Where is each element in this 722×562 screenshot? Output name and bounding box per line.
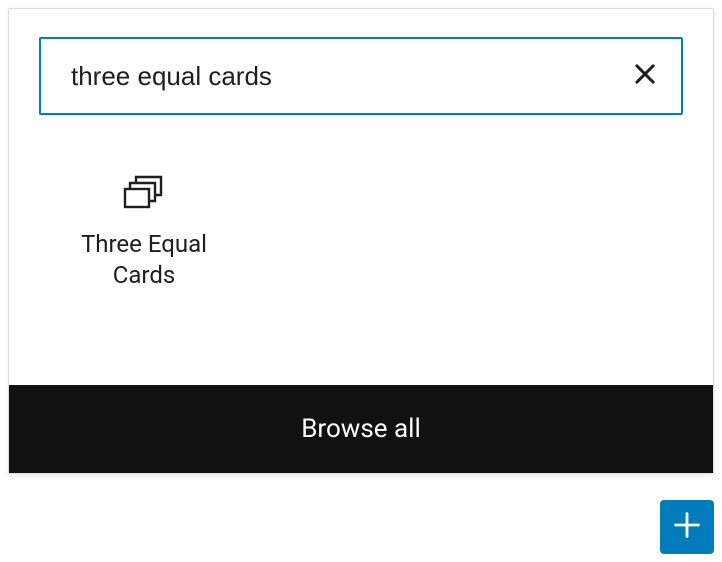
block-item-label: Three Equal Cards bbox=[49, 229, 239, 291]
block-inserter-panel: Three Equal Cards Browse all bbox=[8, 8, 714, 474]
close-icon bbox=[631, 60, 659, 92]
add-block-button[interactable] bbox=[660, 500, 714, 554]
block-item-three-equal-cards[interactable]: Three Equal Cards bbox=[39, 145, 249, 311]
search-wrap bbox=[9, 9, 713, 115]
search-input[interactable] bbox=[41, 39, 681, 113]
plus-icon bbox=[670, 508, 704, 546]
clear-search-button[interactable] bbox=[627, 58, 663, 94]
browse-all-button[interactable]: Browse all bbox=[9, 385, 713, 473]
browse-all-label: Browse all bbox=[301, 414, 421, 444]
cards-stack-icon bbox=[49, 175, 239, 209]
search-box bbox=[39, 37, 683, 115]
results-grid: Three Equal Cards bbox=[9, 115, 713, 385]
